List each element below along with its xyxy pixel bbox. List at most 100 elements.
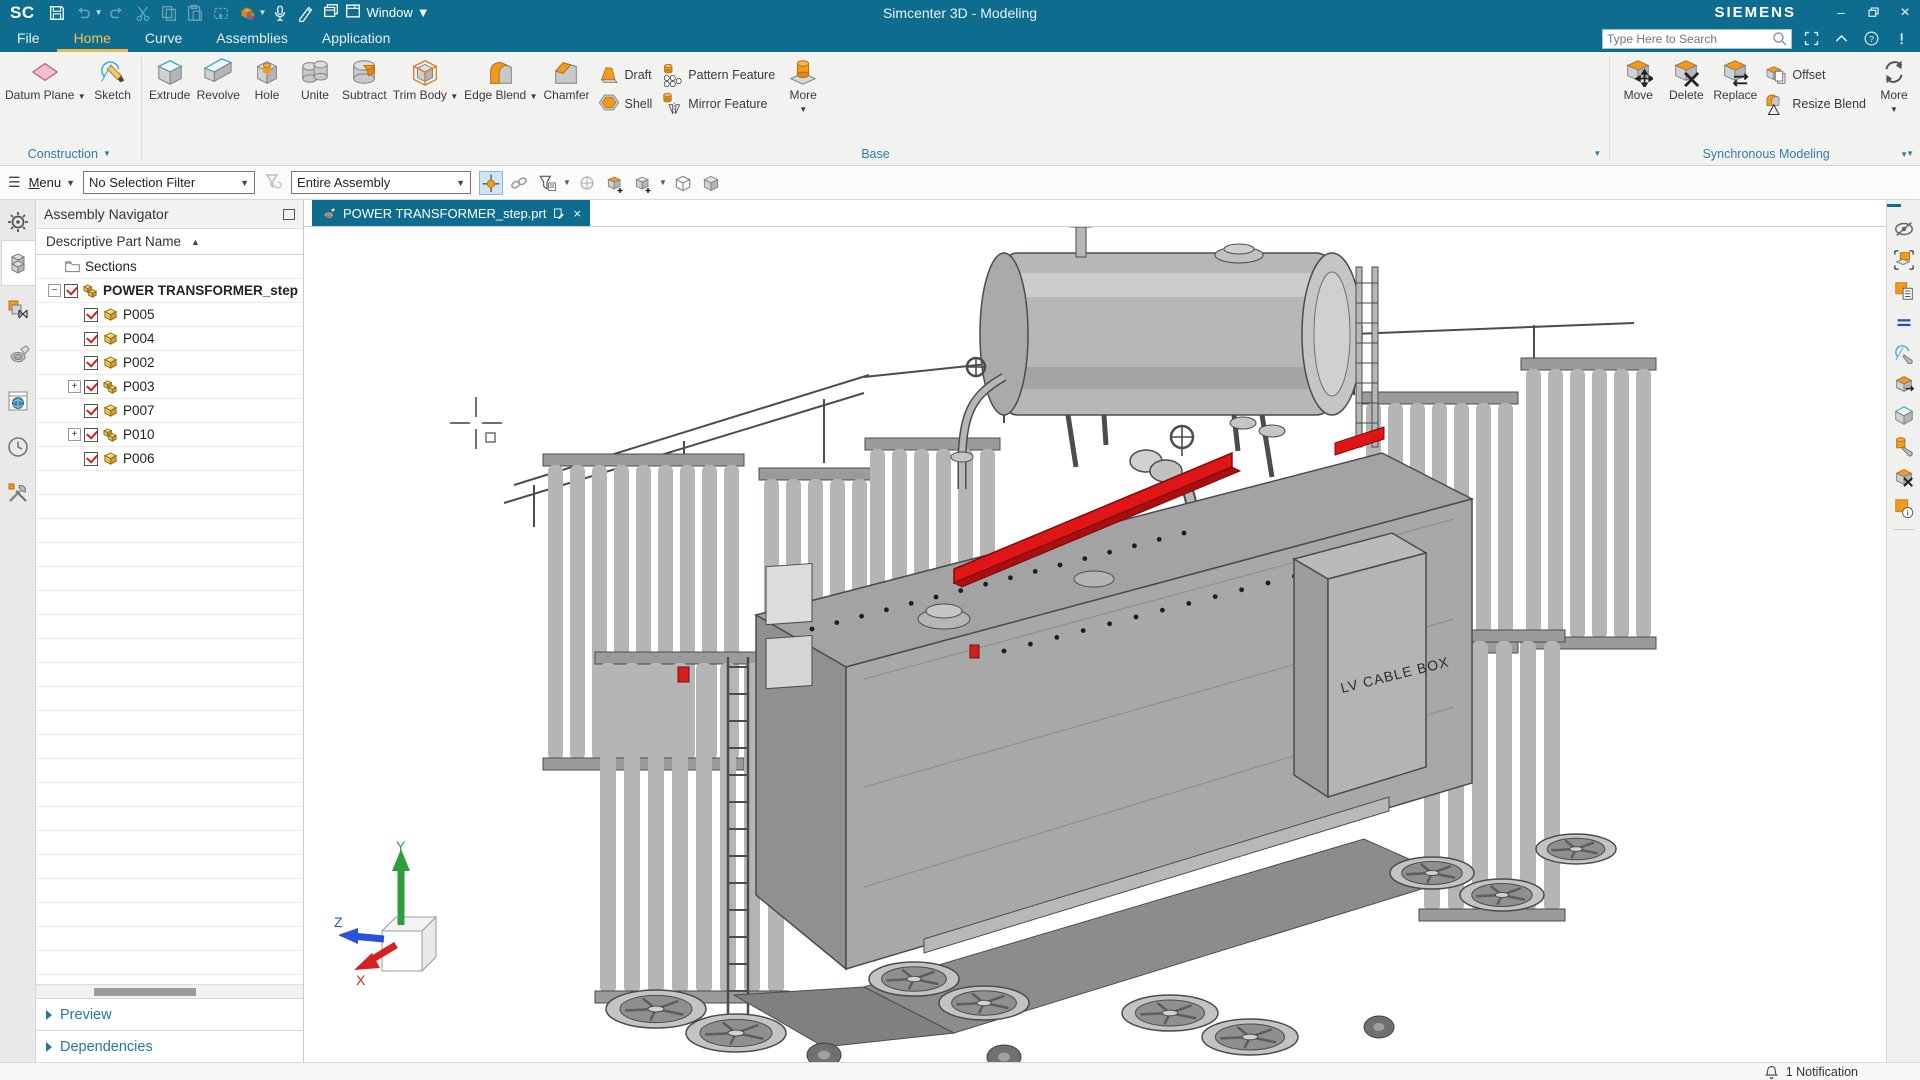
delete-face-icon[interactable] bbox=[1890, 461, 1918, 492]
chevron-down-icon[interactable]: ▼ bbox=[103, 149, 111, 158]
delete-button[interactable]: Delete bbox=[1662, 55, 1710, 104]
node-label[interactable]: Sections bbox=[85, 259, 137, 274]
cooling-fan[interactable] bbox=[606, 990, 706, 1028]
outline-cube-icon[interactable] bbox=[671, 171, 695, 195]
edge-blend-button[interactable]: Edge Blend ▼ bbox=[461, 55, 540, 105]
touch-icon[interactable] bbox=[294, 2, 318, 24]
scrollbar-thumb[interactable] bbox=[94, 988, 196, 996]
node-label[interactable]: P002 bbox=[123, 355, 155, 370]
web-browser-icon[interactable] bbox=[1, 378, 35, 424]
extrude-button[interactable]: Extrude bbox=[146, 55, 194, 104]
node-label[interactable]: P010 bbox=[123, 427, 155, 442]
horizontal-scrollbar[interactable] bbox=[36, 984, 303, 998]
edit-sketch-icon[interactable] bbox=[1890, 337, 1918, 368]
resize-blend-button[interactable]: Resize Blend bbox=[1760, 89, 1870, 118]
cooling-fan[interactable] bbox=[1536, 834, 1616, 864]
chevron-down-icon[interactable]: ▼ bbox=[563, 178, 571, 187]
part-colors-icon[interactable] bbox=[235, 2, 259, 24]
column-header[interactable]: Descriptive Part Name ▲ bbox=[36, 229, 303, 255]
chevron-down-icon[interactable]: ▼ bbox=[95, 8, 103, 17]
notification-label[interactable]: 1 Notification bbox=[1786, 1065, 1858, 1079]
extrude-mini-icon[interactable] bbox=[1890, 399, 1918, 430]
radiator-bank[interactable] bbox=[543, 454, 744, 770]
chevron-down-icon[interactable]: ▼ bbox=[259, 8, 267, 17]
ribbon-overflow-caret[interactable]: ▼ bbox=[1900, 150, 1908, 159]
group-label[interactable]: Synchronous Modeling▼ bbox=[1614, 145, 1918, 165]
disabled-target-icon[interactable] bbox=[575, 171, 599, 195]
equal-icon[interactable] bbox=[1890, 306, 1918, 337]
model-3d[interactable]: LV CABLE BOX bbox=[304, 227, 1886, 1062]
hamburger-icon[interactable]: ☰ bbox=[8, 174, 21, 191]
node-label[interactable]: POWER TRANSFORMER_step bbox=[103, 283, 298, 298]
window-menu[interactable]: Window ▼ bbox=[322, 2, 429, 23]
part-navigator-icon[interactable] bbox=[1, 332, 35, 378]
tab-file[interactable]: File bbox=[0, 25, 57, 52]
tree-row[interactable]: P005 bbox=[36, 303, 303, 327]
graphics-window[interactable]: POWER TRANSFORMER_step.prt × bbox=[304, 200, 1886, 1062]
window-icon[interactable] bbox=[344, 2, 362, 23]
more-button[interactable]: More▼ bbox=[1870, 55, 1918, 118]
node-label[interactable]: P003 bbox=[123, 379, 155, 394]
cooling-fan[interactable] bbox=[869, 962, 959, 996]
model-canvas[interactable]: LV CABLE BOX bbox=[304, 227, 1886, 1062]
visibility-checkbox[interactable] bbox=[84, 332, 98, 346]
node-label[interactable]: P006 bbox=[123, 451, 155, 466]
group-label[interactable]: Base▼ bbox=[146, 145, 1606, 165]
alert-icon[interactable] bbox=[1890, 29, 1912, 49]
bell-icon[interactable] bbox=[1763, 1064, 1780, 1080]
tree-row[interactable]: P004 bbox=[36, 327, 303, 351]
visibility-checkbox[interactable] bbox=[84, 404, 98, 418]
pattern-feature-button[interactable]: Pattern Feature bbox=[656, 60, 779, 89]
hole-button[interactable]: Hole bbox=[243, 55, 291, 104]
view-triad[interactable]: Y Z X bbox=[334, 839, 464, 1009]
fullscreen-icon[interactable] bbox=[1800, 29, 1822, 49]
tab-home[interactable]: Home bbox=[57, 25, 128, 52]
revolve-button[interactable]: Revolve bbox=[194, 55, 243, 104]
tree-row[interactable]: −POWER TRANSFORMER_step bbox=[36, 279, 303, 303]
snap-point-icon[interactable] bbox=[479, 171, 503, 195]
radiator-bank[interactable] bbox=[1521, 358, 1656, 649]
cooling-fan[interactable] bbox=[686, 1014, 786, 1052]
trim-body-button[interactable]: Trim Body ▼ bbox=[390, 55, 461, 105]
selection-scope-combo[interactable]: Entire Assembly▼ bbox=[291, 171, 471, 194]
add-component-icon[interactable] bbox=[603, 171, 627, 195]
edit-feature-icon[interactable] bbox=[1890, 430, 1918, 461]
node-label[interactable]: P007 bbox=[123, 403, 155, 418]
chevron-down-icon[interactable]: ▼ bbox=[659, 178, 667, 187]
sketch-button[interactable]: Sketch bbox=[89, 55, 137, 104]
chain-icon[interactable] bbox=[507, 171, 531, 195]
cooling-fan[interactable] bbox=[1460, 879, 1544, 911]
undock-icon[interactable] bbox=[283, 209, 295, 220]
window-menu-label[interactable]: Window bbox=[366, 5, 412, 20]
parent-cube-icon[interactable] bbox=[699, 171, 723, 195]
cooling-fan[interactable] bbox=[1202, 1019, 1298, 1055]
visibility-checkbox[interactable] bbox=[84, 380, 98, 394]
maximize-button[interactable] bbox=[1858, 0, 1888, 25]
dependencies-section[interactable]: Dependencies bbox=[36, 1030, 303, 1062]
tab-application[interactable]: Application bbox=[305, 25, 408, 52]
tree-row[interactable]: Sections bbox=[36, 255, 303, 279]
shell-button[interactable]: Shell bbox=[593, 89, 657, 118]
selection-filter-combo[interactable]: No Selection Filter▼ bbox=[83, 171, 255, 194]
preview-section[interactable]: Preview bbox=[36, 998, 303, 1030]
tab-curve[interactable]: Curve bbox=[128, 25, 199, 52]
chevron-down-icon[interactable]: ▼ bbox=[1593, 149, 1601, 158]
minimize-ribbon-icon[interactable] bbox=[1830, 29, 1852, 49]
group-label[interactable]: Construction▼ bbox=[2, 145, 137, 165]
cooling-fan[interactable] bbox=[1390, 857, 1474, 889]
roles-gear-icon[interactable] bbox=[1, 204, 35, 240]
close-part-icon[interactable]: × bbox=[573, 206, 581, 221]
save-icon[interactable] bbox=[45, 2, 69, 24]
tools-icon[interactable] bbox=[1, 470, 35, 516]
part-tab[interactable]: POWER TRANSFORMER_step.prt × bbox=[312, 200, 590, 226]
offset-button[interactable]: Offset bbox=[1760, 60, 1870, 89]
subtract-button[interactable]: Subtract bbox=[339, 55, 390, 104]
filter-funnel-icon[interactable] bbox=[535, 171, 559, 195]
microphone-icon[interactable] bbox=[268, 2, 292, 24]
node-label[interactable]: P005 bbox=[123, 307, 155, 322]
more-button[interactable]: More▼ bbox=[779, 55, 827, 118]
visibility-checkbox[interactable] bbox=[84, 308, 98, 322]
mirror-feature-button[interactable]: Mirror Feature bbox=[656, 89, 779, 118]
help-icon[interactable] bbox=[1860, 29, 1882, 49]
constraint-navigator-icon[interactable] bbox=[1, 286, 35, 332]
